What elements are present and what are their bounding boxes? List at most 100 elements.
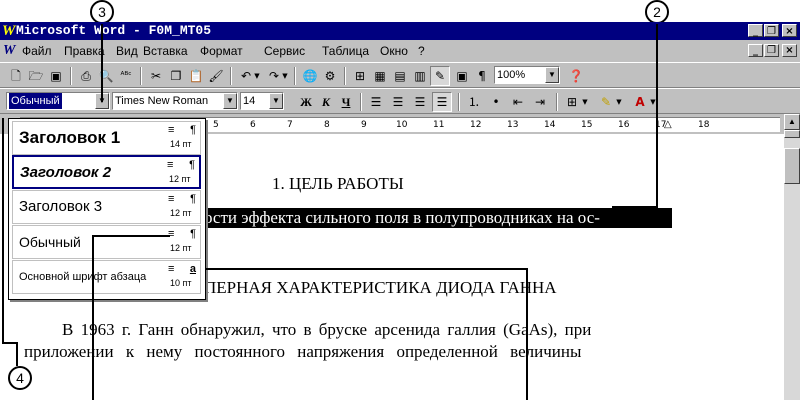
print-preview-icon[interactable]: 🔍	[96, 66, 116, 86]
minimize-button[interactable]: _	[748, 24, 763, 37]
bullets-icon[interactable]: •	[486, 92, 506, 112]
leader-line-4-horizontal	[2, 342, 16, 344]
style-item-label: Заголовок 1	[19, 128, 121, 147]
tables-borders-icon[interactable]: ⊞	[350, 66, 370, 86]
print-icon[interactable]: ⎙	[76, 66, 96, 86]
ruler-tick: 6	[250, 120, 256, 130]
selected-text-line[interactable]: ости эффекта сильного поля в полупроводн…	[200, 208, 672, 228]
leader-line-2-horizontal	[612, 206, 658, 208]
leader-line-4-down	[16, 342, 18, 366]
justify-icon[interactable]: ☰	[432, 92, 452, 112]
close-button[interactable]: ×	[782, 24, 797, 37]
document-icon[interactable]: W	[3, 43, 17, 58]
style-item-size: 12 пт	[170, 208, 192, 218]
insert-excel-icon[interactable]: ▤	[390, 66, 410, 86]
ruler-tick: 11	[433, 120, 445, 130]
italic-button[interactable]: К	[316, 92, 336, 112]
paste-icon[interactable]: 📋	[186, 66, 206, 86]
format-painter-icon[interactable]: 🖌	[206, 66, 226, 86]
formatting-toolbar: Обычный ▼ Times New Roman ▼ 14 ▼ Ж К Ч ☰…	[0, 88, 800, 114]
ruler-tick: 10	[396, 120, 408, 130]
ruler-tick: 5	[213, 120, 219, 130]
style-item-heading-2[interactable]: Заголовок 2 ≡ ¶ 12 пт	[12, 155, 201, 189]
word-icon[interactable]: W	[2, 23, 16, 39]
heading-2: ПЕРНАЯ ХАРАКТЕРИСТИКА ДИОДА ГАННА	[204, 278, 557, 297]
zoom-combo[interactable]: 100% ▼	[494, 66, 560, 84]
cut-icon[interactable]: ✂	[146, 66, 166, 86]
chevron-down-icon[interactable]: ▼	[269, 93, 283, 109]
insert-table-icon[interactable]: ▦	[370, 66, 390, 86]
menu-table[interactable]: Таблица	[322, 41, 369, 61]
font-combo[interactable]: Times New Roman ▼	[112, 92, 238, 110]
doc-minimize-button[interactable]: _	[748, 44, 763, 57]
style-item-marks: ≡ ¶ 14 пт	[168, 124, 198, 152]
leader-line-normal-horizontal	[92, 235, 170, 237]
menu-window[interactable]: Окно	[380, 41, 408, 61]
style-item-marks: ≡ ¶ 12 пт	[167, 159, 197, 187]
highlight-dropdown-icon[interactable]: ▼	[614, 92, 624, 112]
web-toolbar-icon[interactable]: ⚙	[320, 66, 340, 86]
increase-indent-icon[interactable]: ⇥	[530, 92, 550, 112]
right-indent-marker-icon[interactable]: △	[664, 118, 672, 132]
highlight-icon[interactable]: ✎	[596, 92, 616, 112]
scroll-up-icon[interactable]: ▲	[784, 114, 800, 130]
chevron-down-icon[interactable]: ▼	[223, 93, 237, 109]
vertical-scrollbar[interactable]: ▲	[784, 114, 800, 400]
paragraph-icon: ¶	[190, 193, 196, 205]
heading-1: 1. ЦЕЛЬ РАБОТЫ	[272, 174, 404, 193]
decrease-indent-icon[interactable]: ⇤	[508, 92, 528, 112]
leader-line-2	[656, 24, 658, 208]
style-item-size: 12 пт	[169, 174, 191, 184]
font-value: Times New Roman	[115, 95, 209, 107]
columns-icon[interactable]: ▥	[410, 66, 430, 86]
align-left-icon: ≡	[167, 159, 174, 171]
size-combo[interactable]: 14 ▼	[240, 92, 284, 110]
menu-file[interactable]: Файл	[22, 41, 52, 61]
borders-dropdown-icon[interactable]: ▼	[580, 92, 590, 112]
leader-line-char-horizontal	[206, 268, 528, 270]
style-item-default-paragraph-font[interactable]: Основной шрифт абзаца ≡ a 10 пт	[12, 260, 201, 294]
window-title: Microsoft Word - F0M_MT05	[16, 23, 212, 38]
doc-restore-button[interactable]: ❐	[764, 44, 779, 57]
bold-button[interactable]: Ж	[296, 92, 316, 112]
font-color-icon[interactable]: A	[630, 92, 650, 112]
style-combo[interactable]: Обычный ▼	[6, 92, 110, 110]
menu-format[interactable]: Формат	[200, 41, 243, 61]
numbering-icon[interactable]: ⒈	[464, 92, 484, 112]
undo-dropdown-icon[interactable]: ▼	[252, 66, 262, 86]
style-item-heading-3[interactable]: Заголовок 3 ≡ ¶ 12 пт	[12, 190, 201, 224]
copy-icon[interactable]: ❐	[166, 66, 186, 86]
menu-bar: W Файл Правка Вид Вставка Формат Сервис …	[0, 41, 800, 61]
title-bar[interactable]: W Microsoft Word - F0M_MT05 _ ❐ ×	[0, 22, 800, 40]
hyperlink-icon[interactable]: 🌐	[300, 66, 320, 86]
open-folder-icon[interactable]: 🗁	[26, 66, 46, 86]
align-center-icon[interactable]: ☰	[388, 92, 408, 112]
show-paragraph-icon[interactable]: ¶	[472, 66, 492, 86]
scroll-thumb[interactable]	[784, 148, 800, 184]
menu-help[interactable]: ?	[418, 41, 425, 61]
size-value: 14	[243, 95, 256, 107]
paragraph-line-2: приложении к нему постоянного напряжения…	[24, 342, 582, 361]
save-icon[interactable]: ▣	[46, 66, 66, 86]
style-item-normal[interactable]: Обычный ≡ ¶ 12 пт	[12, 225, 201, 259]
align-right-icon[interactable]: ☰	[410, 92, 430, 112]
new-document-icon[interactable]: 🗋	[6, 66, 26, 86]
menu-insert[interactable]: Вставка	[143, 41, 188, 61]
spelling-icon[interactable]: ᴬᴮᶜ	[116, 66, 136, 86]
chevron-down-icon[interactable]: ▼	[545, 67, 559, 83]
menu-edit[interactable]: Правка	[64, 41, 105, 61]
paragraph-icon: ¶	[190, 228, 196, 240]
split-box[interactable]	[784, 130, 800, 138]
document-map-icon[interactable]: ▣	[452, 66, 472, 86]
office-assistant-icon[interactable]: ❓	[566, 66, 586, 86]
restore-button[interactable]: ❐	[764, 24, 779, 37]
align-left-icon[interactable]: ☰	[366, 92, 386, 112]
underline-button[interactable]: Ч	[336, 92, 356, 112]
borders-icon[interactable]: ⊞	[562, 92, 582, 112]
menu-tools[interactable]: Сервис	[264, 41, 305, 61]
drawing-icon[interactable]: ✎	[430, 66, 450, 86]
style-item-heading-1[interactable]: Заголовок 1 ≡ ¶ 14 пт	[12, 121, 201, 155]
doc-close-button[interactable]: ×	[782, 44, 797, 57]
redo-dropdown-icon[interactable]: ▼	[280, 66, 290, 86]
menu-view[interactable]: Вид	[116, 41, 138, 61]
